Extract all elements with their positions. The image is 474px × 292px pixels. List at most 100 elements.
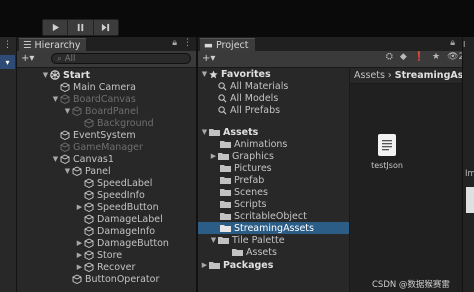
tree-item-damagebutton[interactable]: ▶ DamageButton bbox=[75, 237, 169, 249]
step-button[interactable] bbox=[94, 20, 118, 35]
gameobject-icon bbox=[84, 262, 94, 272]
tree-item-recover[interactable]: ▶ Recover bbox=[75, 261, 136, 273]
more-options-icon[interactable]: ⋮ bbox=[183, 38, 192, 48]
tree-item-speedbutton[interactable]: ▶ SpeedButton bbox=[75, 201, 159, 213]
pause-button[interactable] bbox=[68, 20, 94, 35]
pause-icon bbox=[77, 23, 84, 32]
filter-by-label-icon[interactable]: ◆ bbox=[400, 52, 407, 62]
asset-label: testJson bbox=[371, 161, 403, 170]
chevron-down-icon[interactable]: ▼ bbox=[200, 70, 209, 78]
tree-item-packages[interactable]: ▶ Packages bbox=[200, 259, 274, 271]
tree-item-damagelabel[interactable]: DamageLabel bbox=[84, 213, 163, 225]
tree-item-scripts[interactable]: Scripts bbox=[220, 198, 267, 210]
lock-icon[interactable]: 🔒︎ bbox=[172, 38, 177, 48]
filter-by-type-icon[interactable]: ⛭ bbox=[386, 52, 393, 62]
folder-icon bbox=[220, 177, 231, 184]
tree-item-damageinfo[interactable]: DamageInfo bbox=[84, 225, 155, 237]
folder-icon bbox=[218, 237, 229, 244]
tree-item-favorites[interactable]: ▼ Favorites bbox=[200, 68, 271, 80]
hierarchy-toolbar: +▾ ⌕ All bbox=[17, 51, 196, 68]
chevron-right-icon[interactable]: ▶ bbox=[75, 251, 84, 259]
tree-item-label: SpeedLabel bbox=[97, 177, 153, 189]
more-options-icon[interactable]: ⋮ bbox=[3, 40, 12, 50]
search-placeholder: All bbox=[64, 53, 76, 64]
tree-item-eventsystem[interactable]: EventSystem bbox=[60, 129, 136, 141]
tree-item-label: Background bbox=[97, 117, 154, 129]
asset-item-testjson[interactable]: testJson bbox=[362, 134, 412, 170]
tree-item-label: All Models bbox=[230, 92, 279, 104]
chevron-right-icon[interactable]: ▶ bbox=[75, 239, 84, 247]
chevron-down-icon[interactable]: ▼ bbox=[51, 155, 60, 163]
tree-item-label: Pictures bbox=[234, 162, 272, 174]
step-icon bbox=[102, 23, 110, 32]
folder-icon bbox=[220, 189, 231, 196]
breadcrumb-separator: › bbox=[387, 70, 392, 81]
chevron-down-icon[interactable]: ▼ bbox=[63, 167, 72, 175]
tab-hierarchy[interactable]: ☰ Hierarchy bbox=[19, 38, 87, 52]
tree-item-canvas1[interactable]: ▼ Canvas1 bbox=[51, 153, 114, 165]
warning-icon[interactable]: ❗ bbox=[414, 52, 425, 62]
folder-icon bbox=[220, 225, 231, 232]
search-input[interactable]: ⌕ All bbox=[51, 53, 191, 64]
tree-item-boardpanel[interactable]: ▼ BoardPanel bbox=[63, 105, 139, 117]
folder-icon bbox=[220, 165, 231, 172]
tree-item-buttonoperator[interactable]: ButtonOperator bbox=[72, 273, 159, 285]
tree-item-main-camera[interactable]: Main Camera bbox=[60, 81, 136, 93]
tree-item-label: Prefab bbox=[234, 174, 265, 186]
project-folder-tree: ▼ Favorites All Materials All Models All… bbox=[198, 68, 350, 292]
chevron-right-icon[interactable]: ▶ bbox=[200, 261, 209, 269]
tree-item-streamingassets[interactable]: StreamingAssets bbox=[198, 222, 349, 234]
tree-item-boardcanvas[interactable]: ▼ BoardCanvas bbox=[51, 93, 136, 105]
tree-item-all-models[interactable]: All Models bbox=[218, 92, 278, 104]
inspector-button-fragment[interactable] bbox=[466, 187, 474, 213]
tree-item-speedinfo[interactable]: SpeedInfo bbox=[84, 189, 145, 201]
chevron-right-icon[interactable]: ▶ bbox=[209, 152, 218, 160]
tree-item-scenes[interactable]: Scenes bbox=[220, 186, 268, 198]
chevron-down-icon[interactable]: ▼ bbox=[209, 236, 218, 244]
gameobject-icon bbox=[84, 226, 94, 236]
chevron-right-icon[interactable]: ▶ bbox=[75, 263, 84, 271]
tree-item-graphics[interactable]: ▶ Graphics bbox=[209, 150, 274, 162]
breadcrumb-root[interactable]: Assets bbox=[354, 70, 385, 81]
tree-item-background[interactable]: Background bbox=[84, 117, 154, 129]
tree-item-label: Assets bbox=[223, 126, 259, 138]
tree-item-store[interactable]: ▶ Store bbox=[75, 249, 122, 261]
tab-project[interactable]: ▬ Project bbox=[200, 38, 255, 52]
tree-item-prefab[interactable]: Prefab bbox=[220, 174, 264, 186]
chevron-down-icon[interactable]: ▼ bbox=[63, 107, 72, 115]
tree-item-tile-palette-assets[interactable]: Assets bbox=[232, 246, 277, 258]
play-button[interactable] bbox=[43, 20, 69, 35]
chevron-down-icon[interactable]: ▼ bbox=[200, 128, 209, 136]
tree-item-all-materials[interactable]: All Materials bbox=[218, 80, 288, 92]
tree-item-label: BoardCanvas bbox=[73, 93, 136, 105]
tree-item-animations[interactable]: Animations bbox=[220, 138, 287, 150]
search-icon bbox=[218, 81, 227, 90]
inspector-tab-fragment[interactable]: I bbox=[463, 40, 465, 49]
tree-item-pictures[interactable]: Pictures bbox=[220, 162, 272, 174]
add-button[interactable]: +▾ bbox=[202, 53, 215, 64]
tree-item-label: Main Camera bbox=[73, 81, 136, 93]
dropdown-button[interactable]: ▾ bbox=[0, 55, 15, 69]
tree-item-gamemanager[interactable]: GameManager bbox=[60, 141, 143, 153]
tree-item-all-prefabs[interactable]: All Prefabs bbox=[218, 104, 280, 116]
tree-item-start[interactable]: ▼ Start bbox=[41, 69, 90, 81]
tree-item-label: DamageInfo bbox=[97, 225, 156, 237]
chevron-right-icon[interactable]: ▶ bbox=[75, 203, 84, 211]
play-icon bbox=[52, 23, 59, 32]
gameobject-icon bbox=[60, 142, 70, 152]
chevron-down-icon[interactable]: ▼ bbox=[51, 95, 60, 103]
tree-item-assets[interactable]: ▼ Assets bbox=[200, 126, 259, 138]
hierarchy-panel: ☰ Hierarchy 🔒︎ ⋮ +▾ ⌕ All ▼ Start Main C… bbox=[17, 37, 196, 292]
add-button[interactable]: +▾ bbox=[21, 53, 34, 64]
gameobject-icon bbox=[60, 130, 70, 140]
tree-item-label: All Prefabs bbox=[230, 104, 281, 116]
tree-item-tile-palette[interactable]: ▼ Tile Palette bbox=[209, 234, 285, 246]
tree-item-panel[interactable]: ▼ Panel bbox=[63, 165, 111, 177]
inspector-label-fragment: Im bbox=[465, 169, 474, 179]
lock-icon[interactable]: 🔒︎ bbox=[450, 38, 455, 48]
chevron-down-icon: ▾ bbox=[5, 57, 10, 67]
tree-item-scritableobject[interactable]: ScritableObject bbox=[220, 210, 307, 222]
favorite-icon[interactable]: ★ bbox=[432, 52, 440, 62]
chevron-down-icon[interactable]: ▼ bbox=[41, 71, 50, 79]
tree-item-speedlabel[interactable]: SpeedLabel bbox=[84, 177, 152, 189]
